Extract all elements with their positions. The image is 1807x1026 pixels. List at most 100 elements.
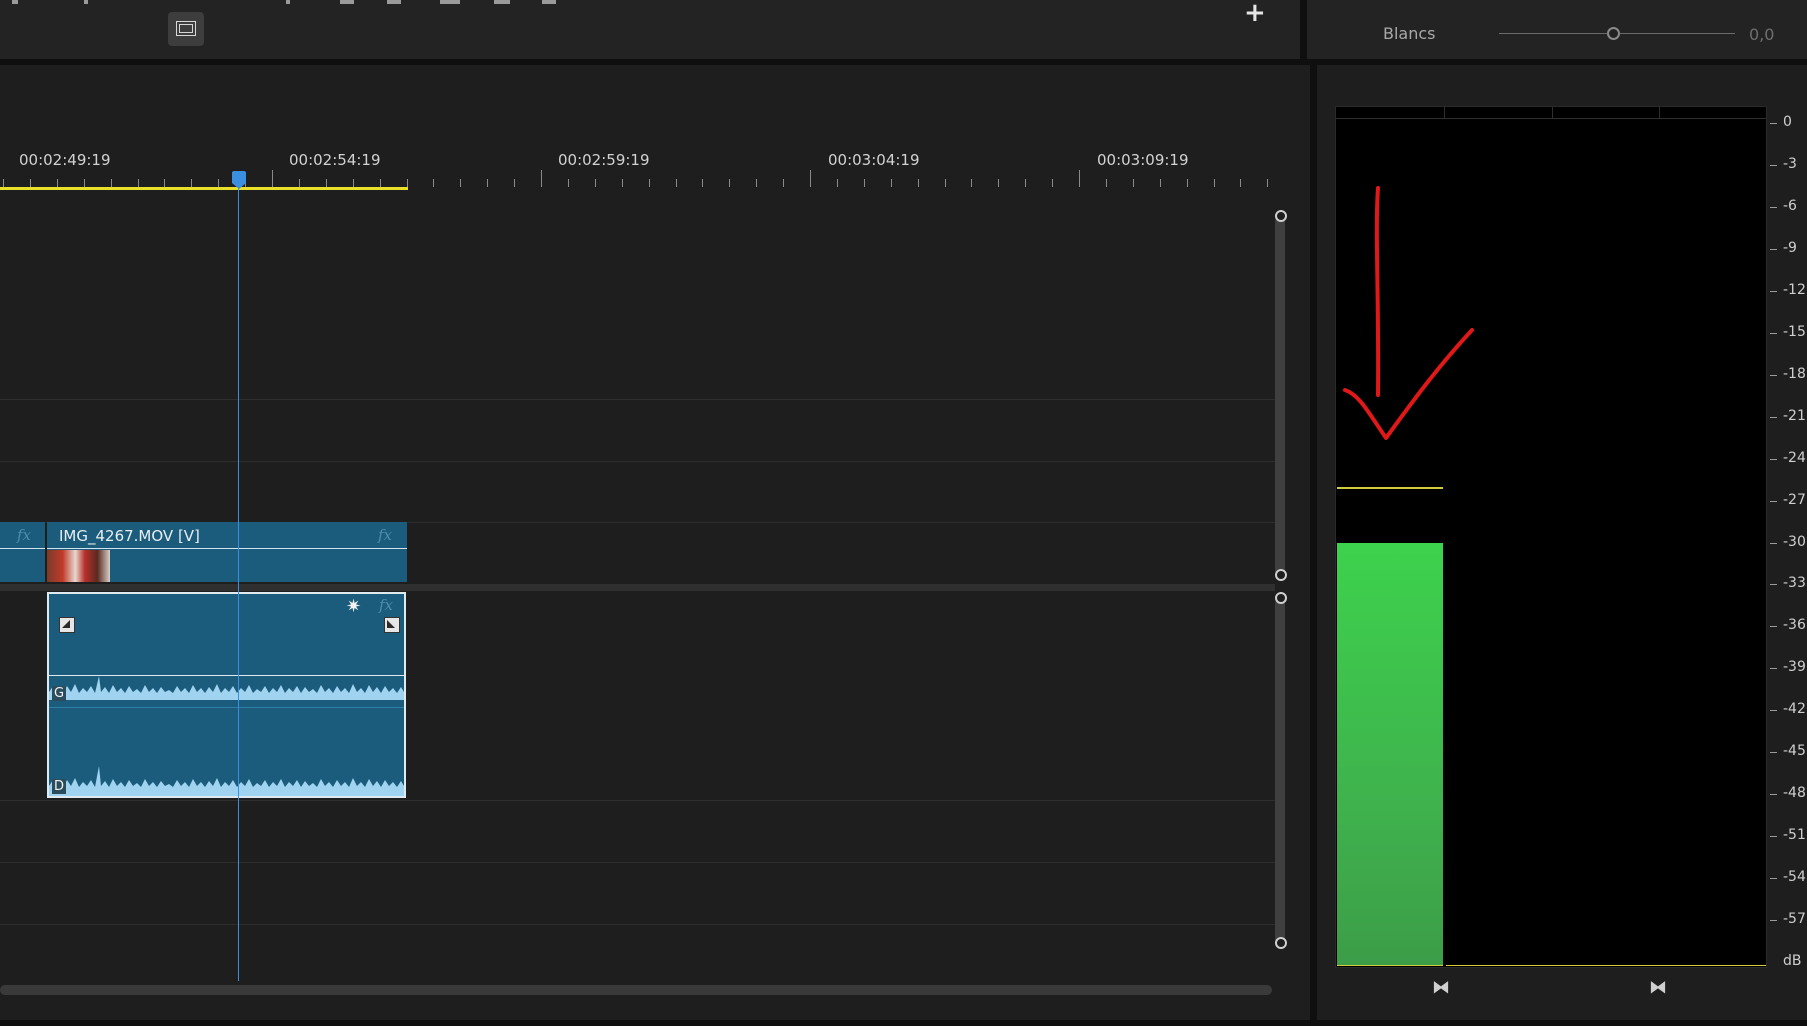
clip-thumbnail	[47, 550, 110, 582]
left-channel-peak-line	[1337, 486, 1443, 489]
ruler-tick	[863, 179, 865, 187]
safe-margins-button[interactable]	[168, 12, 204, 46]
meter-scale-label: -21	[1783, 407, 1806, 424]
ruler-tick	[594, 179, 596, 187]
ruler-tick	[29, 179, 31, 187]
ruler-tick	[56, 179, 58, 187]
solo-left-button[interactable]: ⧓	[1432, 977, 1450, 998]
red-arrow-annotation	[1343, 186, 1474, 440]
toolbar-partial-icon[interactable]	[286, 0, 290, 4]
toolbar-partial-icon[interactable]	[387, 0, 401, 4]
meter-scale-tick	[1770, 416, 1777, 418]
ruler-tick	[756, 179, 758, 187]
scroll-handle-top[interactable]	[1275, 210, 1287, 222]
toolbar-partial-icon[interactable]	[494, 0, 510, 4]
meter-scale-tick	[1770, 752, 1777, 754]
meter-scale-tick	[1770, 626, 1777, 628]
ruler-tick	[702, 179, 704, 187]
meter-scale-label: -3	[1783, 155, 1797, 172]
ruler-tick	[1213, 179, 1215, 187]
lumetri-param-label: Blancs	[1383, 24, 1436, 43]
meter-scale-label: -27	[1783, 491, 1806, 508]
ruler-tick	[460, 179, 462, 187]
meter-scale-tick	[1770, 290, 1777, 292]
meter-scale-tick	[1770, 248, 1777, 250]
left-channel-level-bar	[1337, 542, 1443, 966]
meter-scale-label: -36	[1783, 617, 1806, 634]
scroll-handle-bottom[interactable]	[1275, 937, 1287, 949]
meter-scale-label: 0	[1783, 114, 1792, 130]
meter-scale-tick	[1770, 878, 1777, 880]
toolbar-partial-icon[interactable]	[12, 0, 18, 4]
video-clip[interactable]: IMG_4267.MOV [V] fx	[47, 522, 407, 582]
meter-scale-tick	[1770, 920, 1777, 922]
meter-scale-tick	[1770, 332, 1777, 334]
toolbar-partial-icon[interactable]	[84, 0, 88, 4]
meter-scale-label: -9	[1783, 239, 1797, 256]
meter-scale-label: -39	[1783, 659, 1806, 676]
ruler-tick	[1240, 179, 1242, 187]
ruler-tick	[379, 179, 381, 187]
channel-label-right: D	[52, 779, 67, 794]
channel-label-left: G	[52, 686, 67, 701]
ruler-tick	[729, 179, 731, 187]
meter-scale-label: -54	[1783, 869, 1806, 886]
scroll-handle-top[interactable]	[1275, 592, 1287, 604]
meter-scale-label: -42	[1783, 701, 1806, 718]
ruler-tick	[1132, 179, 1134, 187]
whites-value[interactable]: 0,0	[1749, 25, 1774, 44]
ruler-tick	[406, 179, 408, 187]
ruler-tick	[298, 179, 300, 187]
ruler-tick	[836, 179, 838, 187]
toolbar-partial-icon[interactable]	[542, 0, 556, 4]
ruler-label: 00:03:04:19	[828, 151, 920, 169]
meter-scale-label: dB	[1783, 953, 1802, 969]
previous-video-clip[interactable]: fx	[0, 522, 45, 582]
meter-scale-tick	[1770, 206, 1777, 208]
ruler-tick	[1186, 179, 1188, 187]
playhead-handle[interactable]	[232, 171, 246, 183]
meter-scale-tick	[1770, 374, 1777, 376]
ruler-label: 00:02:49:19	[19, 151, 111, 169]
meter-scale-tick	[1770, 836, 1777, 838]
track-divider	[0, 800, 1275, 801]
meter-scale-tick	[1770, 164, 1777, 166]
playhead-line[interactable]	[238, 181, 239, 981]
scroll-handle-bottom[interactable]	[1275, 569, 1287, 581]
video-clip-name: IMG_4267.MOV [V]	[59, 527, 200, 545]
audio-waveform-right	[49, 766, 404, 796]
meter-scale-label: -51	[1783, 827, 1806, 844]
audio-tracks-scrollbar[interactable]	[1275, 598, 1285, 946]
ruler-tick	[621, 179, 623, 187]
ruler-tick	[137, 179, 139, 187]
ruler-tick	[110, 179, 112, 187]
program-monitor-controls: +	[0, 0, 1300, 59]
fade-out-handle-icon[interactable]	[384, 617, 400, 633]
ruler-label: 00:02:54:19	[289, 151, 381, 169]
meter-scale-label: -33	[1783, 575, 1806, 592]
ruler-tick	[810, 170, 811, 187]
ruler-tick	[1079, 170, 1080, 187]
ruler-tick	[83, 179, 85, 187]
meter-scale-label: -6	[1783, 197, 1797, 214]
fade-in-handle-icon[interactable]	[59, 617, 75, 633]
ruler-tick	[971, 179, 973, 187]
ruler-tick	[944, 179, 946, 187]
meter-scale-tick	[1770, 584, 1777, 586]
toolbar-partial-icon[interactable]	[340, 0, 354, 4]
ruler-tick	[1159, 179, 1161, 187]
whites-slider-handle[interactable]	[1607, 27, 1620, 40]
video-tracks-scrollbar[interactable]	[1275, 216, 1285, 576]
video-audio-divider[interactable]	[0, 584, 1275, 591]
work-area-bar[interactable]	[0, 187, 408, 190]
fx-badge: fx	[379, 596, 394, 614]
timeline-horizontal-scrollbar[interactable]	[0, 985, 1272, 995]
ruler-tick	[675, 179, 677, 187]
solo-right-button[interactable]: ⧓	[1649, 977, 1667, 998]
ruler-tick	[1267, 179, 1269, 187]
audio-clip[interactable]: ✷ fx G D	[47, 592, 406, 798]
meter-scale-tick	[1770, 710, 1777, 712]
toolbar-partial-icon[interactable]	[440, 0, 460, 4]
add-button[interactable]: +	[1244, 0, 1266, 28]
ruler-tick	[191, 179, 193, 187]
